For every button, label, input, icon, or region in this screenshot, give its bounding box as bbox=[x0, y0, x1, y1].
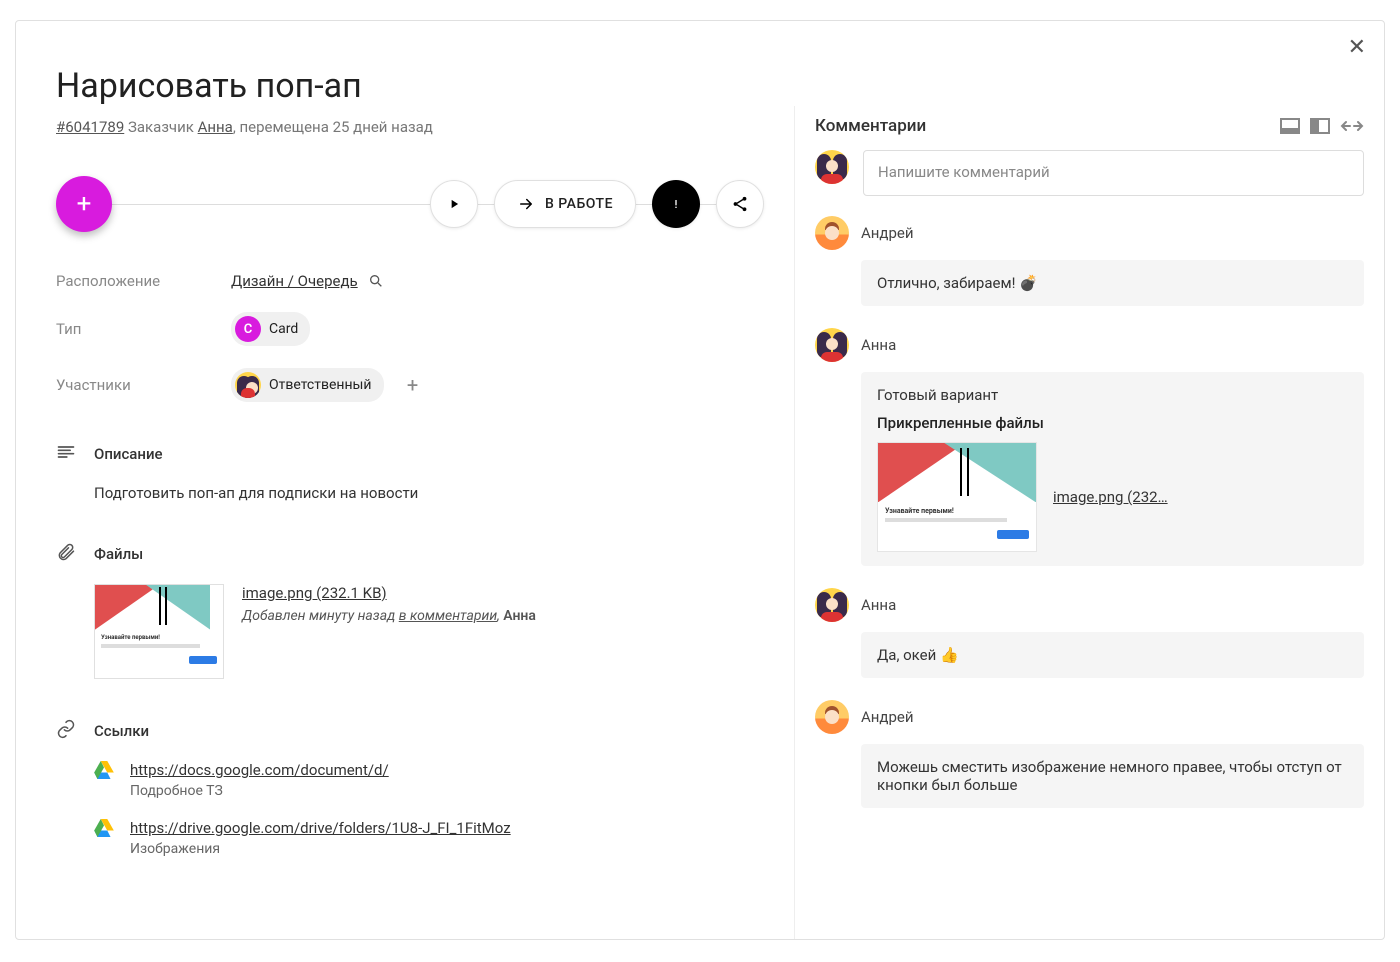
members-label: Участники bbox=[56, 376, 231, 394]
type-chip[interactable]: C Card bbox=[231, 312, 310, 346]
play-button[interactable] bbox=[430, 180, 478, 228]
location-label: Расположение bbox=[56, 272, 231, 290]
location-field: Расположение Дизайн / Очередь bbox=[56, 272, 764, 290]
link-url[interactable]: https://drive.google.com/drive/folders/1… bbox=[130, 819, 511, 837]
gdrive-icon bbox=[94, 819, 114, 837]
comment-item: Анна Да, окей 👍 bbox=[815, 588, 1364, 678]
alert-icon bbox=[668, 196, 684, 212]
link-row: https://docs.google.com/document/d/ Подр… bbox=[94, 761, 764, 799]
share-button[interactable] bbox=[716, 180, 764, 228]
card-title: Нарисовать поп-ап bbox=[56, 66, 764, 106]
member-chip[interactable]: Ответственный bbox=[231, 368, 384, 402]
expand-icon[interactable] bbox=[1340, 120, 1364, 132]
card-id[interactable]: #6041789 bbox=[56, 118, 124, 136]
status-label: В РАБОТЕ bbox=[545, 196, 613, 212]
comment-input[interactable]: Напишите комментарий bbox=[863, 150, 1364, 196]
arrow-right-icon bbox=[517, 195, 535, 213]
file-author: Анна bbox=[503, 608, 536, 624]
gdrive-icon bbox=[94, 761, 114, 779]
requester-label: Заказчик bbox=[128, 118, 194, 136]
file-comment-link[interactable]: в комментарии bbox=[399, 608, 497, 624]
comments-panel: Комментарии Напишите комментарий Андрей … bbox=[794, 106, 1384, 939]
link-row: https://drive.google.com/drive/folders/1… bbox=[94, 819, 764, 857]
location-value[interactable]: Дизайн / Очередь bbox=[231, 272, 358, 290]
card-meta: #6041789 Заказчик Анна, перемещена 25 дн… bbox=[56, 118, 764, 136]
member-role: Ответственный bbox=[269, 377, 372, 393]
comment-item: Андрей Отлично, забираем! 💣 bbox=[815, 216, 1364, 306]
file-row: Узнавайте первыми! image.png (232.1 KB) … bbox=[94, 584, 764, 679]
layout-side-icon[interactable] bbox=[1310, 118, 1330, 134]
comment-avatar bbox=[815, 216, 849, 250]
requester-name[interactable]: Анна bbox=[198, 118, 233, 136]
comments-title: Комментарии bbox=[815, 116, 926, 136]
comment-avatar bbox=[815, 700, 849, 734]
attachments-title: Прикрепленные файлы bbox=[877, 414, 1348, 432]
members-field: Участники Ответственный + bbox=[56, 368, 764, 402]
comment-item: Андрей Можешь сместить изображение немно… bbox=[815, 700, 1364, 808]
link-desc: Подробное ТЗ bbox=[130, 783, 389, 799]
comment-input-row: Напишите комментарий bbox=[795, 150, 1384, 216]
file-thumbnail[interactable]: Узнавайте первыми! bbox=[94, 584, 224, 679]
comment-avatar bbox=[815, 328, 849, 362]
share-icon bbox=[731, 195, 749, 213]
comment-body: Готовый вариант Прикрепленные файлы Узна… bbox=[861, 372, 1364, 566]
current-user-avatar bbox=[815, 150, 849, 184]
comment-body: Можешь сместить изображение немного прав… bbox=[861, 744, 1364, 808]
thumb-caption: Узнавайте первыми! bbox=[101, 634, 217, 641]
type-field: Тип C Card bbox=[56, 312, 764, 346]
files-title: Файлы bbox=[94, 545, 143, 563]
comment-body: Отлично, забираем! 💣 bbox=[861, 260, 1364, 306]
comment-author: Андрей bbox=[861, 708, 914, 726]
play-icon bbox=[447, 197, 461, 211]
comments-header: Комментарии bbox=[795, 106, 1384, 150]
add-button[interactable]: + bbox=[56, 176, 112, 232]
comment-author: Анна bbox=[861, 336, 896, 354]
close-icon[interactable]: ✕ bbox=[1348, 35, 1366, 60]
link-desc: Изображения bbox=[130, 841, 511, 857]
layout-bottom-icon[interactable] bbox=[1280, 118, 1300, 134]
description-body: Подготовить поп-ап для подписки на новос… bbox=[56, 484, 764, 502]
comment-body: Да, окей 👍 bbox=[861, 632, 1364, 678]
description-title: Описание bbox=[94, 445, 163, 463]
card-main: Нарисовать поп-ап #6041789 Заказчик Анна… bbox=[16, 21, 794, 939]
attachment-link[interactable]: image.png (232… bbox=[1053, 488, 1168, 506]
add-member-button[interactable]: + bbox=[400, 372, 426, 398]
file-description: Добавлен минуту назад в комментарии, Анн… bbox=[242, 608, 536, 624]
status-button[interactable]: В РАБОТЕ bbox=[494, 180, 636, 228]
link-icon bbox=[56, 719, 80, 743]
attachment-thumbnail[interactable]: Узнавайте первыми! bbox=[877, 442, 1037, 552]
comment-item: Анна Готовый вариант Прикрепленные файлы bbox=[815, 328, 1364, 566]
files-section: Файлы Узнавайте первыми! image.png ( bbox=[56, 542, 764, 679]
comment-author: Андрей bbox=[861, 224, 914, 242]
card-modal: ✕ Нарисовать поп-ап #6041789 Заказчик Ан… bbox=[15, 20, 1385, 940]
links-title: Ссылки bbox=[94, 722, 149, 740]
description-icon bbox=[56, 442, 80, 466]
type-label: Тип bbox=[56, 320, 231, 338]
alert-button[interactable] bbox=[652, 180, 700, 228]
type-value: Card bbox=[269, 321, 298, 337]
links-section: Ссылки https://docs.google.com/document/… bbox=[56, 719, 764, 857]
moved-label: , перемещена 25 дней назад bbox=[233, 118, 433, 136]
comments-list: Андрей Отлично, забираем! 💣 Анна Готовый… bbox=[795, 216, 1384, 939]
search-icon[interactable] bbox=[368, 273, 384, 289]
attachment-icon bbox=[56, 542, 80, 566]
member-avatar bbox=[235, 372, 261, 398]
description-section: Описание Подготовить поп-ап для подписки… bbox=[56, 442, 764, 502]
comment-author: Анна bbox=[861, 596, 896, 614]
type-badge: C bbox=[235, 316, 261, 342]
link-url[interactable]: https://docs.google.com/document/d/ bbox=[130, 761, 389, 779]
action-row: + В РАБОТЕ bbox=[56, 176, 764, 232]
file-name-link[interactable]: image.png (232.1 KB) bbox=[242, 584, 387, 602]
comment-avatar bbox=[815, 588, 849, 622]
